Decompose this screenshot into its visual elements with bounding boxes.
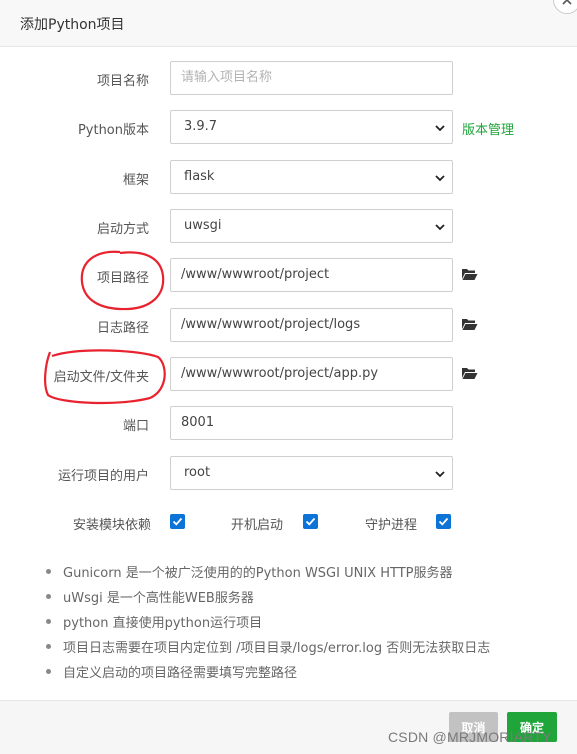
log-path-row: 日志路径 /www/wwwroot/project/logs — [0, 308, 577, 342]
checkmark-icon — [305, 517, 316, 526]
note-item: uWsgi 是一个高性能WEB服务器 — [44, 587, 490, 612]
daemon-label: 守护进程 — [365, 518, 418, 533]
note-item: 自定义启动的项目路径需要填写完整路径 — [44, 662, 490, 687]
start-method-label: 启动方式 — [96, 222, 149, 237]
port-input[interactable]: 8001 — [170, 406, 453, 440]
startup-file-label: 启动文件/文件夹 — [53, 370, 149, 385]
install-deps-checkbox[interactable] — [170, 514, 185, 529]
framework-row: 框架 flask — [0, 160, 577, 194]
port-label: 端口 — [122, 419, 149, 434]
start-method-value: uwsgi — [184, 218, 222, 233]
project-name-label: 项目名称 — [96, 74, 149, 89]
checkmark-icon — [438, 517, 449, 526]
port-row: 端口 8001 — [0, 406, 577, 440]
start-method-select[interactable]: uwsgi — [170, 209, 453, 243]
project-path-input[interactable]: /www/wwwroot/project — [170, 258, 453, 292]
folder-open-icon[interactable] — [461, 317, 478, 331]
python-version-label: Python版本 — [77, 123, 149, 138]
run-user-select[interactable]: root — [170, 456, 453, 490]
help-notes: Gunicorn 是一个被广泛使用的的Python WSGI UNIX HTTP… — [44, 562, 490, 687]
folder-open-icon[interactable] — [461, 366, 478, 380]
note-item: python 直接使用python运行项目 — [44, 612, 490, 637]
autostart-checkbox[interactable] — [303, 514, 318, 529]
close-icon — [562, 0, 572, 5]
startup-file-input[interactable]: /www/wwwroot/project/app.py — [170, 357, 453, 391]
python-version-select[interactable]: 3.9.7 — [170, 110, 453, 144]
dialog-titlebar: 添加Python项目 — [0, 0, 577, 47]
run-user-row: 运行项目的用户 root — [0, 456, 577, 490]
run-user-label: 运行项目的用户 — [57, 469, 149, 484]
chevron-down-icon — [435, 224, 445, 231]
python-version-row: Python版本 3.9.7 版本管理 — [0, 110, 577, 144]
run-user-value: root — [184, 465, 211, 480]
watermark: CSDN @MRJMORIARTY — [388, 729, 552, 745]
autostart-label: 开机启动 — [231, 518, 284, 533]
note-item: 项目日志需要在项目内定位到 /项目目录/logs/error.log 否则无法获… — [44, 637, 490, 662]
chevron-down-icon — [435, 125, 445, 132]
options-row: 安装模块依赖 开机启动 守护进程 — [0, 507, 577, 537]
install-deps-label: 安装模块依赖 — [73, 518, 152, 533]
project-path-label: 项目路径 — [96, 271, 149, 286]
project-name-input[interactable]: 请输入项目名称 — [170, 61, 453, 95]
dialog-footer: 取消 确定 — [0, 700, 577, 754]
dialog-title: 添加Python项目 — [20, 17, 125, 33]
add-python-project-dialog: 添加Python项目 项目名称 请输入项目名称 Python版本 3.9.7 版… — [0, 0, 577, 754]
note-item: Gunicorn 是一个被广泛使用的的Python WSGI UNIX HTTP… — [44, 562, 490, 587]
folder-open-icon[interactable] — [461, 267, 478, 281]
framework-value: flask — [184, 169, 215, 184]
project-path-row: 项目路径 /www/wwwroot/project — [0, 258, 577, 292]
log-path-label: 日志路径 — [96, 321, 149, 336]
project-name-row: 项目名称 请输入项目名称 — [0, 61, 577, 95]
version-manage-link[interactable]: 版本管理 — [462, 119, 514, 138]
start-method-row: 启动方式 uwsgi — [0, 209, 577, 243]
chevron-down-icon — [435, 175, 445, 182]
checkmark-icon — [172, 517, 183, 526]
python-version-value: 3.9.7 — [184, 119, 218, 134]
chevron-down-icon — [435, 471, 445, 478]
daemon-checkbox[interactable] — [436, 514, 451, 529]
log-path-input[interactable]: /www/wwwroot/project/logs — [170, 308, 453, 342]
startup-file-row: 启动文件/文件夹 /www/wwwroot/project/app.py — [0, 357, 577, 391]
framework-select[interactable]: flask — [170, 160, 453, 194]
framework-label: 框架 — [122, 173, 149, 188]
